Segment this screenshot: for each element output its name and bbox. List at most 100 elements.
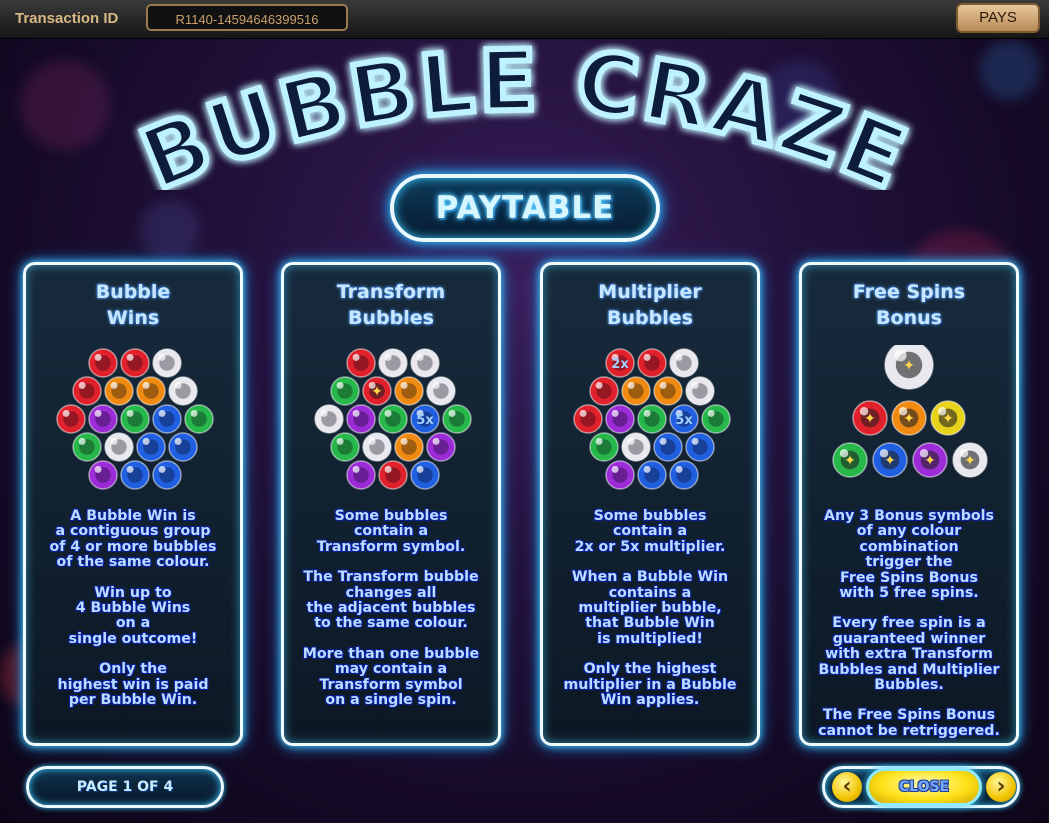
panel-paragraph: Every free spin is a guaranteed winner w… <box>818 615 1000 694</box>
panel-text: Some bubbles contain a 2x or 5x multipli… <box>549 508 751 723</box>
bubble <box>410 348 440 378</box>
svg-text:5x: 5x <box>675 413 693 428</box>
bubble <box>346 404 376 434</box>
bubble <box>152 460 182 490</box>
panel-title: Free Spins Bonus <box>852 281 966 329</box>
bubble <box>104 432 134 462</box>
bubble <box>136 432 166 462</box>
panel-paragraph: More than one bubble may contain a Trans… <box>302 645 480 709</box>
bubble <box>378 404 408 434</box>
bubble: ✦ <box>884 345 934 390</box>
bonus-bubbles-icon: ✦ ✦ ✦ ✦ ✦ ✦ ✦ ✦ <box>832 345 988 478</box>
bubble: ✦ <box>930 400 966 436</box>
bubble: ✦ <box>891 400 927 436</box>
bubble <box>88 460 118 490</box>
chevron-right-icon[interactable]: › <box>986 772 1016 802</box>
pays-button[interactable]: PAYS <box>956 3 1040 33</box>
bubble <box>120 404 150 434</box>
svg-text:BUBBLE CRAZE: BUBBLE CRAZE <box>130 40 920 190</box>
panel-title: Multiplier Bubbles <box>598 281 702 329</box>
bubble <box>72 376 102 406</box>
svg-text:✦: ✦ <box>924 453 936 469</box>
bubble <box>605 404 635 434</box>
bubble <box>653 376 683 406</box>
svg-text:✦: ✦ <box>903 358 915 374</box>
bubble <box>136 376 166 406</box>
panel-paragraph: Win up to 4 Bubble Wins on a single outc… <box>68 584 198 647</box>
bubble <box>589 432 619 462</box>
bubble <box>378 460 408 490</box>
svg-text:✦: ✦ <box>964 453 976 469</box>
bubble: 5x <box>669 404 699 434</box>
svg-text:✦: ✦ <box>903 411 915 427</box>
panel-paragraph: The Transform bubble changes all the adj… <box>303 569 479 632</box>
bubble <box>637 460 667 490</box>
bubble <box>346 460 376 490</box>
bubble <box>442 404 472 434</box>
bubble <box>330 432 360 462</box>
svg-text:2x: 2x <box>611 357 629 372</box>
bubble <box>184 404 214 434</box>
bubble <box>362 432 392 462</box>
svg-text:✦: ✦ <box>864 411 876 427</box>
bubble <box>88 348 118 378</box>
bubble <box>426 432 456 462</box>
bubble <box>426 376 456 406</box>
bubble <box>573 404 603 434</box>
bubble: ✦ <box>852 400 888 436</box>
panel-transform-bubbles: Transform Bubbles ✦ 5x Some bubbles conta… <box>281 262 501 746</box>
bubble <box>685 376 715 406</box>
bubble <box>88 404 118 434</box>
bubble <box>346 348 376 378</box>
svg-text:✦: ✦ <box>942 411 954 427</box>
close-button[interactable]: CLOSE <box>866 768 982 806</box>
bubble <box>621 432 651 462</box>
bubble <box>314 404 344 434</box>
bubble: 2x <box>605 348 635 378</box>
svg-text:5x: 5x <box>416 413 434 428</box>
bubble <box>152 404 182 434</box>
bubble <box>330 376 360 406</box>
page-indicator: PAGE 1 OF 4 <box>26 766 224 808</box>
panel-title: Transform Bubbles <box>336 281 446 329</box>
bubble <box>104 376 134 406</box>
bubble: ✦ <box>362 376 392 406</box>
svg-text:✦: ✦ <box>371 384 383 400</box>
svg-text:✦: ✦ <box>844 453 856 469</box>
panel-paragraph: A Bubble Win is a contiguous group of 4 … <box>49 508 217 571</box>
transform-bubble-cluster-icon: ✦ 5x <box>314 348 472 490</box>
bubble <box>168 376 198 406</box>
panel-paragraph: Only the highest multiplier in a Bubble … <box>563 661 737 709</box>
bubble: ✦ <box>872 442 908 478</box>
bubble <box>621 376 651 406</box>
bubble <box>394 432 424 462</box>
bubble <box>120 348 150 378</box>
bubble <box>653 432 683 462</box>
bubble: 5x <box>410 404 440 434</box>
paytable-heading: PAYTABLE <box>390 174 660 242</box>
transaction-id-field: R1140-14594646399516 <box>146 4 348 31</box>
bubble <box>637 348 667 378</box>
multiplier-bubble-cluster-icon: 2x 5x <box>573 348 731 490</box>
bubble <box>72 432 102 462</box>
panel-bubble-wins: Bubble Wins A Bubble Win is a contiguous… <box>23 262 243 746</box>
bubble-cluster-icon <box>56 348 214 490</box>
panel-title: Bubble Wins <box>95 281 171 329</box>
bubble <box>394 376 424 406</box>
bubble <box>669 460 699 490</box>
bubble <box>605 460 635 490</box>
bubble <box>589 376 619 406</box>
transaction-id-label: Transaction ID <box>15 10 119 27</box>
svg-text:✦: ✦ <box>884 453 896 469</box>
bubble <box>669 348 699 378</box>
bubble <box>685 432 715 462</box>
bubble: ✦ <box>912 442 948 478</box>
bubble <box>120 460 150 490</box>
bubble <box>56 404 86 434</box>
panel-free-spins-bonus: Free Spins Bonus ✦ ✦ ✦ ✦ ✦ ✦ ✦ ✦ Any 3 Bonus sy… <box>799 262 1019 746</box>
panel-paragraph: Only the highest win is paid per Bubble … <box>57 661 209 709</box>
bubble <box>410 460 440 490</box>
panel-text: Some bubbles contain a Transform symbol.… <box>290 508 492 723</box>
chevron-left-icon[interactable]: ‹ <box>832 772 862 802</box>
bubble: ✦ <box>832 442 868 478</box>
